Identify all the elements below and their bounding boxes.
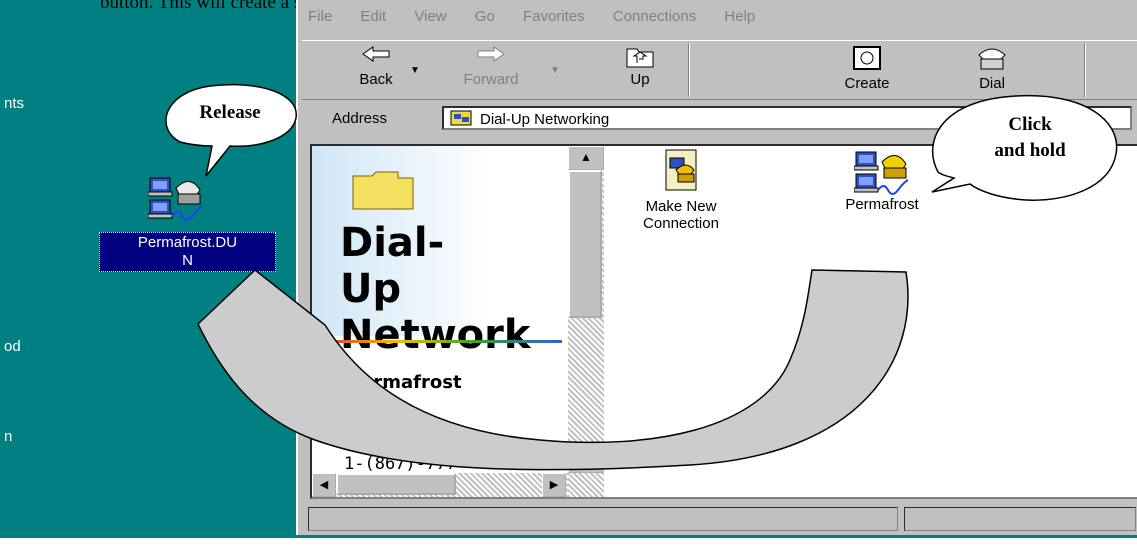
- release-callout-bubble: [165, 83, 297, 177]
- desktop-label-partial[interactable]: nts: [4, 95, 24, 112]
- horizontal-scrollbar[interactable]: ◀ ▶: [312, 473, 568, 497]
- horizontal-scroll-thumb[interactable]: [336, 473, 456, 495]
- permafrost-label: Permafrost: [845, 196, 919, 213]
- back-arrow-icon: [362, 46, 390, 62]
- rainbow-divider: [316, 340, 562, 343]
- click-hold-callout-text: Click and hold: [960, 112, 1100, 164]
- menu-favorites[interactable]: Favorites: [523, 8, 585, 25]
- create-label: Create: [844, 75, 890, 92]
- dial-label: Dial: [979, 75, 1005, 92]
- dial-phone-icon: [978, 48, 1006, 70]
- create-connection-icon: [853, 46, 881, 70]
- menu-go[interactable]: Go: [475, 8, 495, 25]
- scroll-down-icon[interactable]: ▼: [568, 449, 604, 473]
- explorer-window: File Edit View Go Favorites Connections …: [296, 0, 1137, 535]
- click-hold-line2: and hold: [994, 140, 1066, 161]
- pane-title: Dial- Up Network: [340, 220, 531, 358]
- vertical-scroll-thumb[interactable]: [568, 170, 602, 318]
- forward-arrow-icon: [477, 46, 505, 62]
- forward-dropdown-icon[interactable]: ▼: [550, 65, 560, 76]
- folder-icon: [352, 171, 414, 210]
- desktop-label-partial[interactable]: od: [4, 338, 21, 355]
- shortcut-label-line1: Permafrost.DU: [137, 234, 238, 251]
- menu-bar: File Edit View Go Favorites Connections …: [308, 8, 779, 32]
- phone-number-label: Phone # or Host 1-(867)-777: [344, 414, 457, 474]
- forward-button[interactable]: Forward: [456, 45, 526, 88]
- make-new-connection-item[interactable]: Make New Connection: [626, 148, 736, 232]
- status-bar: [308, 507, 1136, 533]
- menu-edit[interactable]: Edit: [360, 8, 386, 25]
- web-view-pane: Dial- Up Network Permafrost Phone # or H…: [312, 146, 568, 497]
- dialup-folder-icon: [450, 110, 472, 126]
- up-folder-icon: [626, 48, 654, 68]
- click-hold-line1: Click: [1008, 114, 1052, 135]
- address-label: Address: [332, 110, 388, 127]
- up-button[interactable]: Up: [612, 45, 668, 88]
- release-callout-text: Release: [199, 102, 261, 123]
- make-new-connection-label: Make New Connection: [643, 198, 719, 232]
- scroll-right-icon[interactable]: ▶: [542, 473, 566, 497]
- desktop-label-partial[interactable]: n: [4, 428, 12, 445]
- back-dropdown-icon[interactable]: ▼: [410, 65, 420, 76]
- make-new-connection-icon: [665, 149, 697, 191]
- menu-help[interactable]: Help: [724, 8, 755, 25]
- up-label: Up: [630, 71, 650, 88]
- dial-button[interactable]: Dial: [962, 45, 1022, 92]
- permafrost-connection-item[interactable]: Permafrost: [822, 148, 942, 213]
- connection-heading: Permafrost: [348, 372, 462, 393]
- toolbar-separator: [1084, 43, 1086, 97]
- menu-view[interactable]: View: [414, 8, 446, 25]
- toolbar: Back ▼ Forward ▼ Up Create Dial: [302, 40, 1137, 100]
- vertical-scrollbar[interactable]: ▲ ▼: [568, 146, 604, 497]
- create-button[interactable]: Create: [832, 45, 902, 92]
- shortcut-label-line2: N: [182, 252, 193, 269]
- address-value: Dial-Up Networking: [480, 111, 610, 128]
- scroll-up-icon[interactable]: ▲: [568, 146, 604, 170]
- back-label: Back: [359, 71, 393, 88]
- desktop-shortcut-label[interactable]: Permafrost.DU N: [99, 232, 276, 272]
- toolbar-separator: [688, 43, 690, 97]
- menu-file[interactable]: File: [308, 8, 332, 25]
- dialup-connection-icon: [853, 151, 909, 195]
- menu-connections[interactable]: Connections: [613, 8, 696, 25]
- status-panel-main: [308, 507, 898, 531]
- scroll-left-icon[interactable]: ◀: [312, 473, 336, 497]
- back-button[interactable]: Back: [348, 45, 404, 88]
- forward-label: Forward: [463, 71, 519, 88]
- status-panel-secondary: [904, 507, 1136, 531]
